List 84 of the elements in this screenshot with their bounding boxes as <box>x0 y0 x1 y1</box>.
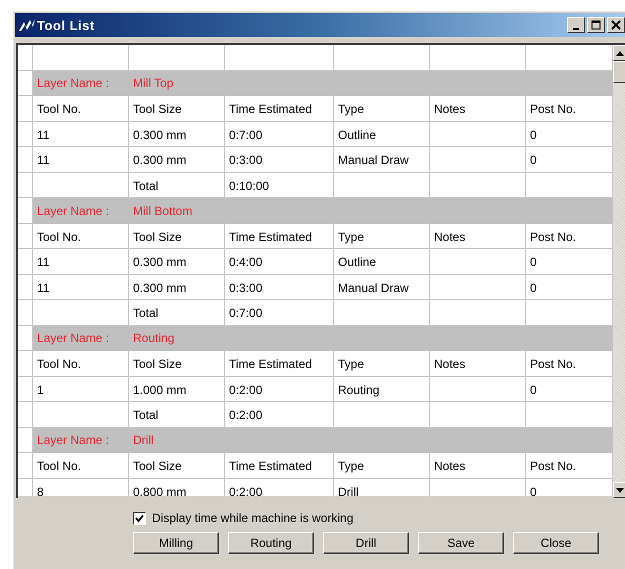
table-cell: Notes <box>430 224 526 249</box>
table-cell: 1.000 mm <box>129 376 225 402</box>
table-cell: 0.300 mm <box>129 274 225 300</box>
table-cell: Tool Size <box>129 224 225 249</box>
row-header <box>18 351 33 376</box>
maximize-icon <box>591 20 601 30</box>
layer-name: Routing <box>132 331 174 346</box>
table-cell: Tool Size <box>129 351 225 376</box>
table-cell: Notes <box>430 351 526 376</box>
table-cell: 8 <box>33 478 129 496</box>
table-cell: Time Estimated <box>225 224 334 249</box>
table-cell: Tool Size <box>129 96 225 122</box>
close-button[interactable] <box>607 17 625 33</box>
table-cell: 1 <box>33 376 129 402</box>
layer-label: Layer Name : <box>36 331 110 346</box>
table-cell: Tool No. <box>33 96 129 122</box>
row-header <box>18 249 33 274</box>
table-cell: Notes <box>430 453 526 478</box>
table-cell: 0:2:00 <box>225 376 334 402</box>
dialog-button[interactable]: Drill <box>323 532 409 554</box>
maximize-button[interactable] <box>587 17 605 33</box>
table-cell: 0:3:00 <box>225 274 334 300</box>
scroll-thumb[interactable] <box>613 61 625 83</box>
down-arrow-icon <box>616 488 624 492</box>
table-cell: Manual Draw <box>334 274 430 300</box>
table-cell: 0:4:00 <box>225 249 334 274</box>
layer-name: Mill Top <box>132 76 174 90</box>
row-header <box>18 147 33 172</box>
row-header <box>18 300 33 326</box>
layer-name: Mill Bottom <box>132 204 192 218</box>
scroll-down-button[interactable] <box>613 482 625 498</box>
table-cell: Time Estimated <box>225 351 334 376</box>
window-title: Tool List <box>37 18 95 32</box>
row-header <box>18 376 33 402</box>
row-header <box>18 172 33 198</box>
table-cell: Type <box>334 96 430 122</box>
close-icon <box>611 20 621 30</box>
dialog-button[interactable]: Milling <box>133 532 219 554</box>
table-cell: Outline <box>334 249 430 274</box>
row-header <box>18 224 33 249</box>
up-arrow-icon <box>616 50 624 56</box>
layer-name: Drill <box>132 433 154 448</box>
table-cell: Type <box>334 224 430 249</box>
dialog-button[interactable]: Save <box>418 532 504 554</box>
table-cell: Time Estimated <box>225 453 334 478</box>
table-cell: 11 <box>33 147 129 172</box>
table-cell: 0.800 mm <box>129 478 225 496</box>
minimize-button[interactable] <box>567 17 585 33</box>
table-cell: Tool No. <box>33 351 129 376</box>
table-cell: 11 <box>33 274 129 300</box>
table-cell: Type <box>334 453 430 478</box>
minimize-icon <box>573 28 579 30</box>
layer-label: Layer Name : <box>36 76 110 90</box>
table-cell: Time Estimated <box>225 96 334 122</box>
check-icon <box>135 514 144 522</box>
logo-icon <box>19 19 35 31</box>
table-cell: 0:2:00 <box>225 478 334 496</box>
table-cell: 0.300 mm <box>129 122 225 147</box>
table-cell: Routing <box>334 376 430 402</box>
table-cell: Notes <box>430 96 526 122</box>
layer-label: Layer Name : <box>36 433 110 448</box>
scroll-up-button[interactable] <box>613 45 625 61</box>
table-cell: 11 <box>33 249 129 274</box>
table-cell: Drill <box>334 478 430 496</box>
row-header <box>18 402 33 428</box>
dialog-button[interactable]: Routing <box>228 532 314 554</box>
table-cell: 0:7:00 <box>225 122 334 147</box>
table-cell: 0.300 mm <box>129 249 225 274</box>
table-cell: Manual Draw <box>334 147 430 172</box>
table-cell: 0.300 mm <box>129 147 225 172</box>
dialog-button[interactable]: Close <box>513 532 599 554</box>
table-cell: 11 <box>33 122 129 147</box>
row-header <box>18 274 33 300</box>
table-cell: Tool Size <box>129 453 225 478</box>
table-cell: 0:3:00 <box>225 147 334 172</box>
layer-label: Layer Name : <box>36 204 110 218</box>
table-cell: Tool No. <box>33 453 129 478</box>
table-cell: Outline <box>334 122 430 147</box>
table-cell: Type <box>334 351 430 376</box>
row-header <box>18 96 33 122</box>
table-cell: Tool No. <box>33 224 129 249</box>
display-time-checkbox[interactable]: Display time while machine is working <box>133 511 625 525</box>
row-header <box>18 122 33 147</box>
row-header <box>18 45 33 70</box>
